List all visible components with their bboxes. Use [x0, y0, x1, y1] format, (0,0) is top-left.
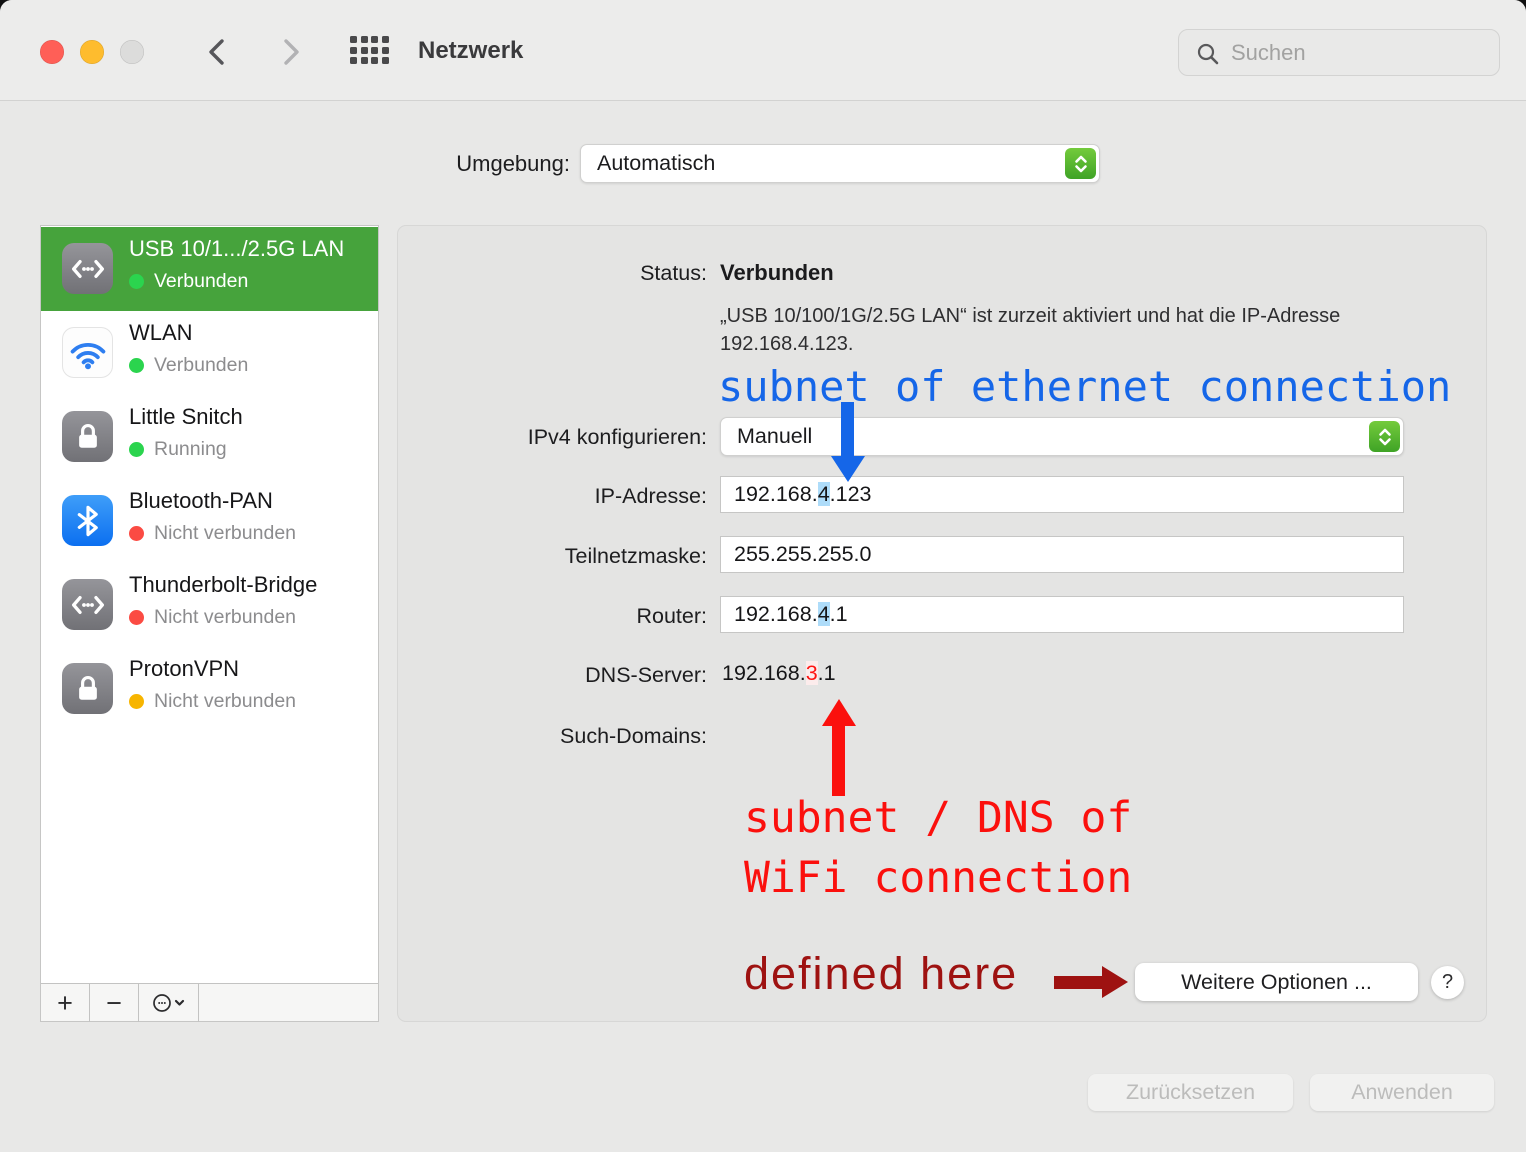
- lock-icon: [62, 663, 113, 714]
- wifi-icon: [62, 327, 113, 378]
- service-name: Thunderbolt-Bridge: [129, 572, 318, 597]
- service-name: WLAN: [129, 320, 193, 345]
- chevron-right-icon: [284, 39, 299, 65]
- service-status: Nicht verbunden: [154, 522, 297, 544]
- stepper-up-down-icon: [1065, 148, 1096, 179]
- status-label: Status:: [640, 261, 707, 285]
- service-status: Nicht verbunden: [154, 690, 297, 712]
- forward-button[interactable]: [272, 34, 308, 70]
- router-label: Router:: [636, 604, 707, 628]
- ip-subnet-highlight: 4: [817, 482, 830, 506]
- annotation-defined-here: defined here: [744, 948, 1019, 999]
- title-bar: Netzwerk: [0, 0, 1526, 101]
- router-value-rest: .1: [829, 602, 848, 626]
- search-domains-label: Such-Domains:: [560, 724, 707, 748]
- status-value: Verbunden: [720, 260, 834, 285]
- status-description: „USB 10/100/1G/2.5G LAN“ ist zurzeit akt…: [720, 305, 1341, 355]
- service-name: Bluetooth-PAN: [129, 488, 273, 513]
- blue-arrow-down: [841, 402, 854, 458]
- sidebar-toolbar: + −: [41, 983, 378, 1022]
- sidebar-item-protonvpn[interactable]: ProtonVPN Nicht verbunden: [41, 647, 378, 731]
- zoom-window-button: [120, 40, 144, 64]
- service-status: Verbunden: [154, 270, 249, 292]
- page-title: Netzwerk: [418, 37, 524, 64]
- ip-address-label: IP-Adresse:: [594, 484, 707, 508]
- more-options-icon: [152, 994, 184, 1012]
- service-status: Running: [154, 438, 227, 460]
- subnet-mask-value: 255.255.255.0: [734, 542, 872, 566]
- bluetooth-icon: [62, 495, 113, 546]
- status-dot: [129, 610, 144, 625]
- show-all-grid-icon[interactable]: [350, 36, 389, 64]
- status-dot: [129, 526, 144, 541]
- service-status: Verbunden: [154, 354, 249, 376]
- search-field[interactable]: [1178, 29, 1500, 76]
- sidebar-item-thunderbolt-bridge[interactable]: Thunderbolt-Bridge Nicht verbunden: [41, 563, 378, 647]
- environment-select[interactable]: Automatisch: [580, 144, 1100, 183]
- status-dot: [129, 358, 144, 373]
- apply-button[interactable]: Anwenden: [1310, 1074, 1494, 1111]
- environment-label: Umgebung:: [456, 151, 570, 176]
- status-dot: [129, 694, 144, 709]
- search-input[interactable]: [1231, 30, 1491, 75]
- ip-address-value-rest: .123: [829, 482, 872, 506]
- service-name: USB 10/1.../2.5G LAN: [129, 236, 345, 261]
- search-icon: [1197, 43, 1219, 65]
- darkred-arrow-right: [1054, 976, 1102, 989]
- chevron-left-icon: [209, 39, 224, 65]
- ipv4-configure-select[interactable]: Manuell: [720, 417, 1404, 456]
- ipv4-configure-value: Manuell: [737, 424, 813, 448]
- subnet-mask-field[interactable]: 255.255.255.0: [720, 536, 1404, 573]
- sidebar-item-little-snitch[interactable]: Little Snitch Running: [41, 395, 378, 479]
- sidebar-item-usb-lan[interactable]: USB 10/1.../2.5G LAN Verbunden: [41, 227, 378, 311]
- service-name: Little Snitch: [129, 404, 243, 429]
- minimize-window-button[interactable]: [80, 40, 104, 64]
- lock-icon: [62, 411, 113, 462]
- help-button[interactable]: ?: [1431, 966, 1464, 999]
- ethernet-icon: [62, 243, 113, 294]
- service-name: ProtonVPN: [129, 656, 240, 681]
- darkred-arrow-right-head: [1102, 966, 1128, 998]
- dns-server-label: DNS-Server:: [585, 663, 707, 687]
- ethernet-icon: [62, 579, 113, 630]
- service-actions-menu-button[interactable]: [139, 984, 199, 1022]
- sidebar-item-wlan[interactable]: WLAN Verbunden: [41, 311, 378, 395]
- subnet-mask-label: Teilnetzmaske:: [564, 544, 707, 568]
- close-window-button[interactable]: [40, 40, 64, 64]
- ip-address-field[interactable]: 192.168.4.123: [720, 476, 1404, 513]
- dns-subnet-highlight: 3: [805, 661, 818, 685]
- stepper-up-down-icon: [1369, 421, 1400, 452]
- revert-button[interactable]: Zurücksetzen: [1088, 1074, 1293, 1111]
- add-service-button[interactable]: +: [41, 984, 90, 1022]
- annotation-subnet-ethernet: subnet of ethernet connection: [718, 362, 1452, 411]
- network-preferences-window: Netzwerk Umgebung: Automatisch USB 10/1.…: [0, 0, 1526, 1152]
- status-dot: [129, 274, 144, 289]
- ipv4-configure-label: IPv4 konfigurieren:: [527, 425, 707, 449]
- annotation-subnet-dns-line2: WiFi connection: [744, 853, 1133, 903]
- annotation-subnet-dns-line1: subnet / DNS of: [744, 793, 1133, 843]
- red-arrow-up: [832, 722, 845, 796]
- service-status: Nicht verbunden: [154, 606, 297, 628]
- back-button[interactable]: [200, 34, 236, 70]
- ip-address-value: 192.168.: [734, 482, 818, 506]
- environment-select-value: Automatisch: [597, 151, 716, 175]
- dns-server-value: 192.168.3.1: [722, 661, 836, 685]
- blue-arrow-down-head: [831, 456, 865, 482]
- router-field[interactable]: 192.168.4.1: [720, 596, 1404, 633]
- router-subnet-highlight: 4: [817, 602, 830, 626]
- remove-service-button[interactable]: −: [90, 984, 139, 1022]
- advanced-options-button[interactable]: Weitere Optionen ...: [1135, 963, 1418, 1001]
- services-sidebar: USB 10/1.../2.5G LAN Verbunden WLAN Verb…: [40, 225, 379, 1022]
- status-dot: [129, 442, 144, 457]
- router-value: 192.168.: [734, 602, 818, 626]
- sidebar-item-bluetooth-pan[interactable]: Bluetooth-PAN Nicht verbunden: [41, 479, 378, 563]
